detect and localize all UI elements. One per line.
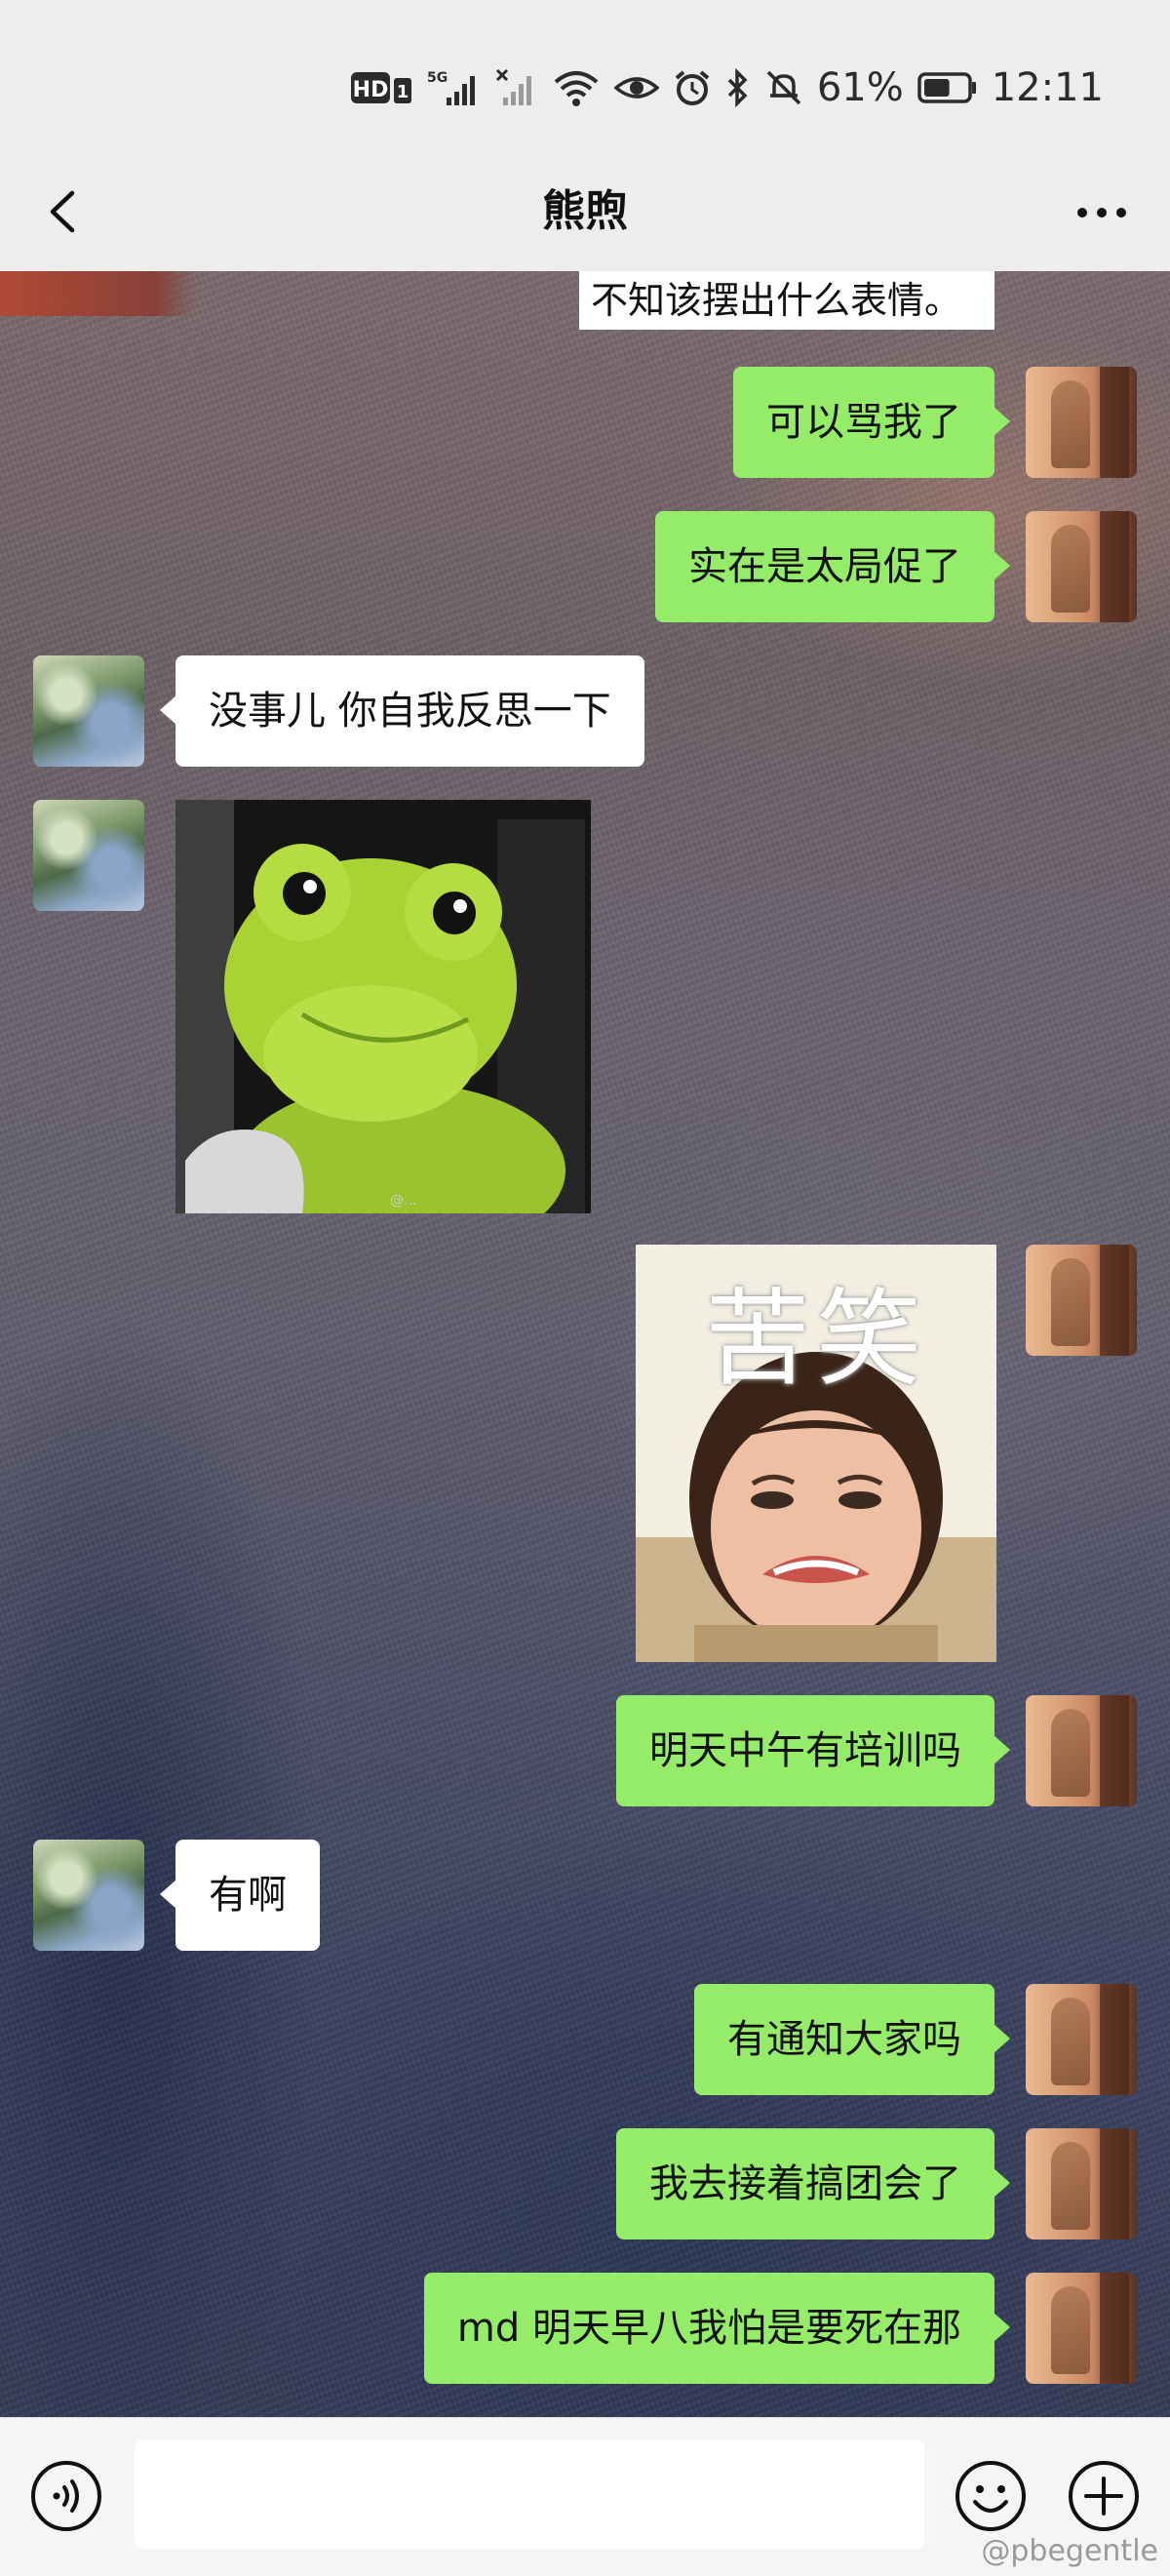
voice-icon bbox=[31, 2461, 101, 2531]
alarm-icon bbox=[673, 68, 712, 107]
more-icon bbox=[1077, 208, 1126, 218]
message-outgoing[interactable]: 明天中午有培训吗 bbox=[616, 1695, 1010, 1806]
my-avatar[interactable] bbox=[1026, 511, 1137, 622]
voice-input-button[interactable] bbox=[29, 2459, 103, 2533]
signal-no-service-icon bbox=[495, 68, 538, 107]
network-label: 5G bbox=[427, 70, 448, 86]
mute-icon bbox=[764, 68, 803, 107]
bluetooth-icon bbox=[725, 68, 751, 107]
battery-percent: 61% bbox=[816, 65, 904, 110]
message-incoming[interactable]: 没事儿 你自我反思一下 bbox=[160, 655, 644, 767]
input-bar: @pbegentle bbox=[0, 2417, 1170, 2576]
message-outgoing[interactable]: 实在是太局促了 bbox=[655, 511, 1010, 622]
message-outgoing[interactable]: md 明天早八我怕是要死在那 bbox=[423, 2273, 1011, 2384]
message-outgoing[interactable]: 我去接着搞团会了 bbox=[616, 2128, 1010, 2239]
hd-label: HD bbox=[352, 78, 388, 102]
plus-icon bbox=[1069, 2461, 1139, 2531]
sticker-caption: 苦笑 bbox=[704, 1279, 927, 1401]
my-avatar[interactable] bbox=[1026, 2128, 1137, 2239]
my-avatar[interactable] bbox=[1026, 2273, 1137, 2384]
status-bar: HD 1 5G 61% 12:11 bbox=[0, 0, 1170, 156]
emoji-icon bbox=[956, 2461, 1026, 2531]
more-options-button[interactable] bbox=[1063, 178, 1141, 246]
message-outgoing[interactable]: 可以骂我了 bbox=[733, 367, 1010, 478]
my-avatar[interactable] bbox=[1026, 367, 1137, 478]
wifi-icon bbox=[552, 68, 601, 107]
eye-icon bbox=[613, 68, 659, 107]
contact-avatar[interactable] bbox=[33, 1840, 144, 1951]
battery-icon bbox=[916, 71, 978, 104]
message-partial[interactable]: 不知该摆出什么表情。 bbox=[579, 271, 994, 330]
emoji-button[interactable] bbox=[954, 2459, 1028, 2533]
frog-sticker-image: @... bbox=[176, 800, 591, 1213]
watermark: @pbegentle bbox=[981, 2534, 1158, 2568]
more-functions-button[interactable] bbox=[1067, 2459, 1141, 2533]
my-avatar[interactable] bbox=[1026, 1984, 1137, 2095]
my-avatar[interactable] bbox=[1026, 1245, 1137, 1356]
message-outgoing[interactable]: 有通知大家吗 bbox=[694, 1984, 1010, 2095]
signal-5g-icon: 5G bbox=[427, 68, 482, 107]
wallpaper-detail bbox=[0, 271, 195, 316]
sticker-crying[interactable]: 苦笑 bbox=[636, 1245, 996, 1662]
chat-area[interactable]: 不知该摆出什么表情。 可以骂我了 实在是太局促了 没事儿 你自我反思一下 @..… bbox=[0, 271, 1170, 2417]
chat-header: 熊煦 bbox=[0, 156, 1170, 271]
sim-label: 1 bbox=[397, 82, 410, 102]
message-incoming[interactable]: 有啊 bbox=[160, 1840, 320, 1951]
chat-title: 熊煦 bbox=[542, 186, 628, 236]
sticker-watermark: @... bbox=[390, 1193, 416, 1209]
clock: 12:11 bbox=[991, 65, 1104, 110]
hd-icon: HD 1 bbox=[350, 70, 413, 105]
contact-avatar[interactable] bbox=[33, 655, 144, 767]
status-icons: HD 1 5G 61% 12:11 bbox=[350, 60, 1104, 115]
contact-avatar[interactable] bbox=[33, 800, 144, 911]
sticker-frog[interactable]: @... bbox=[176, 800, 591, 1213]
my-avatar[interactable] bbox=[1026, 1695, 1137, 1806]
message-input[interactable] bbox=[135, 2439, 924, 2549]
